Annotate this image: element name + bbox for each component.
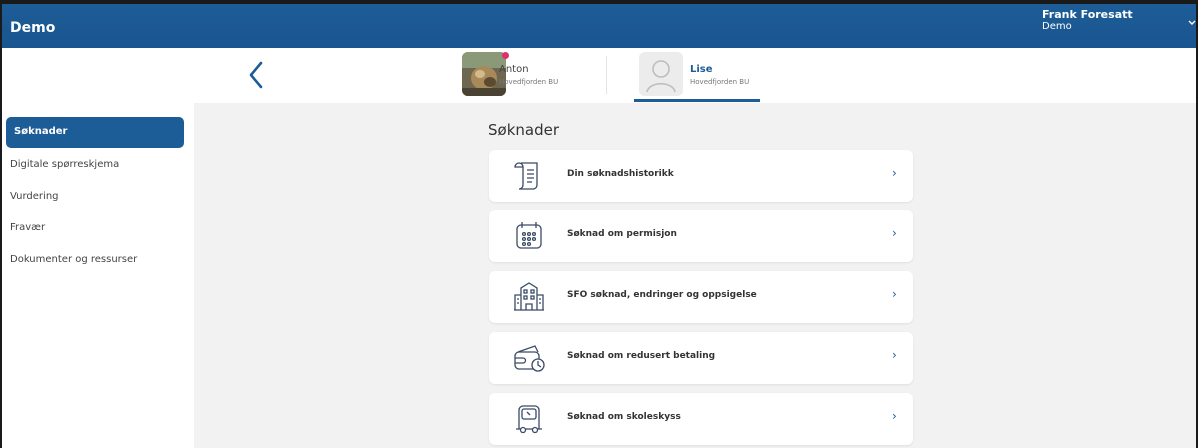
card-skoleskyss[interactable]: Søknad om skoleskyss › xyxy=(489,393,913,445)
chevron-right-icon: › xyxy=(892,226,897,240)
user-org: Demo xyxy=(1042,21,1072,32)
user-menu[interactable]: Frank Foresatt Demo xyxy=(1042,8,1133,33)
sidebar: Søknader Digitale spørreskjema Vurdering… xyxy=(2,103,194,448)
wallet-coin-icon xyxy=(511,340,547,376)
sidebar-item-soknader[interactable]: Søknader xyxy=(6,117,184,148)
chevron-right-icon: › xyxy=(892,166,897,180)
child-selector: Anton Hovedfjorden BU Lise Hovedfjorden … xyxy=(2,48,1196,103)
notification-dot xyxy=(502,52,509,59)
main-content: Søknader Din søknadshistorikk › Søknad o… xyxy=(194,103,1196,448)
sidebar-item-fravaer[interactable]: Fravær xyxy=(6,213,184,243)
child-tab-anton[interactable]: Anton Hovedfjorden BU xyxy=(457,50,579,102)
school-building-icon xyxy=(511,279,547,315)
child-tab-lise[interactable]: Lise Hovedfjorden BU xyxy=(634,50,760,102)
back-button[interactable] xyxy=(246,60,266,90)
sidebar-item-digitale-sporreskjema[interactable]: Digitale spørreskjema xyxy=(6,150,184,180)
app-frame: Demo Frank Foresatt Demo Anton Hovedfjor… xyxy=(0,0,1198,448)
card-sfo-soknad[interactable]: SFO søknad, endringer og oppsigelse › xyxy=(489,271,913,323)
card-label: Søknad om skoleskyss xyxy=(567,412,681,422)
card-permisjon[interactable]: Søknad om permisjon › xyxy=(489,210,913,262)
chevron-down-icon[interactable] xyxy=(1188,18,1196,29)
divider xyxy=(606,56,607,94)
bus-icon xyxy=(511,401,547,437)
chevron-left-icon xyxy=(249,61,263,89)
card-redusert-betaling[interactable]: Søknad om redusert betaling › xyxy=(489,332,913,384)
user-name: Frank Foresatt xyxy=(1042,8,1133,21)
chevron-right-icon: › xyxy=(892,348,897,362)
app-title: Demo xyxy=(10,20,56,36)
card-label: Søknad om redusert betaling xyxy=(567,351,716,361)
user-placeholder-icon xyxy=(639,52,683,96)
child-name: Anton xyxy=(499,64,529,75)
child-name: Lise xyxy=(690,64,713,75)
child-school: Hovedfjorden BU xyxy=(499,78,559,86)
card-soknadshistorikk[interactable]: Din søknadshistorikk › xyxy=(489,150,913,202)
chevron-right-icon: › xyxy=(892,287,897,301)
page-title: Søknader xyxy=(488,121,560,139)
calendar-icon xyxy=(511,218,547,254)
sidebar-item-dokumenter[interactable]: Dokumenter og ressurser xyxy=(6,245,184,275)
top-bar: Demo Frank Foresatt Demo xyxy=(2,0,1196,48)
card-label: Din søknadshistorikk xyxy=(567,169,674,179)
child-school: Hovedfjorden BU xyxy=(690,78,750,86)
chevron-right-icon: › xyxy=(892,409,897,423)
card-label: Søknad om permisjon xyxy=(567,229,677,239)
scroll-icon xyxy=(511,158,547,194)
sidebar-item-vurdering[interactable]: Vurdering xyxy=(6,182,184,212)
card-label: SFO søknad, endringer og oppsigelse xyxy=(567,290,757,300)
